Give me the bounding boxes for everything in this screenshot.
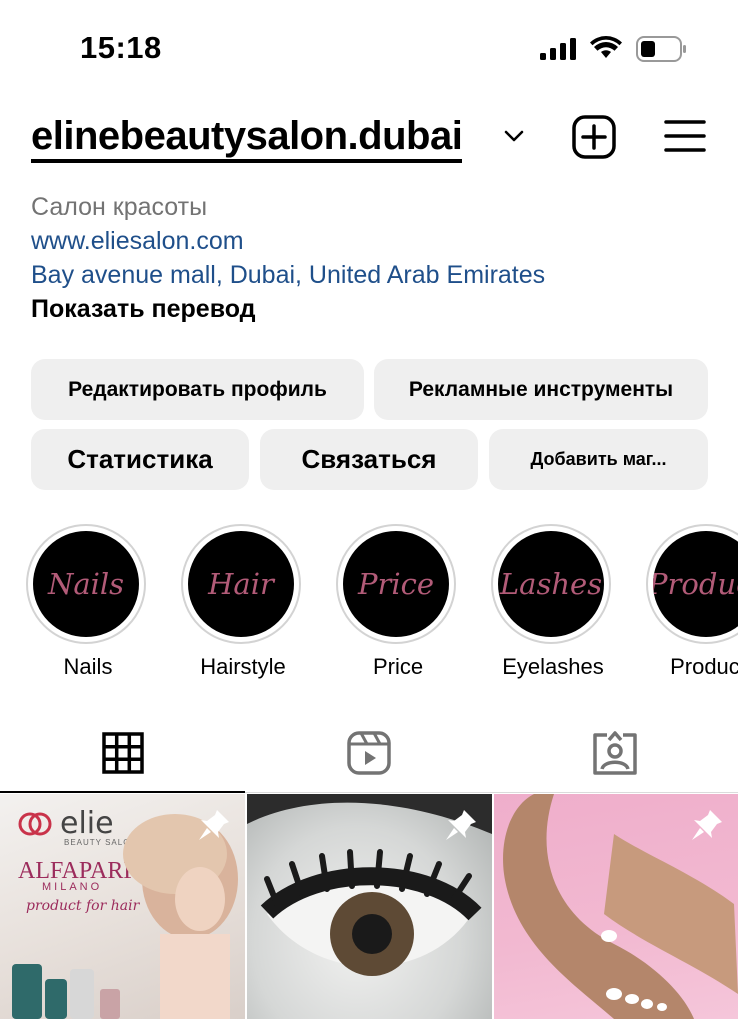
- edit-profile-button[interactable]: Редактировать профиль: [31, 359, 364, 420]
- highlight-label: Hairstyle: [200, 654, 286, 679]
- highlight-label: Price: [372, 654, 424, 679]
- website-link[interactable]: www.eliesalon.com: [31, 227, 244, 256]
- address-link[interactable]: Bay avenue mall, Dubai, United Arab Emir…: [31, 261, 545, 290]
- post-thumbnail[interactable]: [494, 794, 738, 1019]
- pinned-post-icon: [199, 810, 229, 840]
- post-thumbnail[interactable]: elie BEAUTY SALON ALFAPARF MILANO produc…: [0, 794, 245, 1019]
- highlight-cover-text: Product: [653, 531, 738, 637]
- profile-category: Салон красоты: [31, 193, 208, 221]
- cellular-signal-icon: [540, 38, 576, 60]
- highlight-cover: Price: [336, 524, 456, 644]
- highlight-cover-text: Hair: [188, 531, 294, 637]
- battery-icon: [636, 36, 686, 62]
- highlight-label: Nails: [63, 654, 113, 679]
- highlight-cover: Lashes: [491, 524, 611, 644]
- highlight-label: Product: [670, 654, 738, 679]
- wifi-icon: [590, 36, 622, 58]
- highlight-cover: Nails: [26, 524, 146, 644]
- tagged-icon[interactable]: [592, 730, 638, 776]
- highlight-cover: Product: [646, 524, 738, 644]
- statistics-button[interactable]: Статистика: [31, 429, 249, 490]
- highlight-cover-text: Lashes: [498, 531, 604, 637]
- highlight-label: Eyelashes: [502, 654, 604, 679]
- post-thumbnail[interactable]: [247, 794, 492, 1019]
- bio-truncated-line: [31, 178, 231, 188]
- highlight-price[interactable]: Price Price: [336, 524, 460, 680]
- create-post-icon[interactable]: [571, 114, 617, 160]
- highlight-cover-text: Price: [343, 531, 449, 637]
- highlight-cover: Hair: [181, 524, 301, 644]
- highlight-eyelashes[interactable]: Lashes Eyelashes: [491, 524, 615, 680]
- contact-button[interactable]: Связаться: [260, 429, 478, 490]
- reels-icon[interactable]: [346, 730, 392, 776]
- highlight-nails[interactable]: Nails Nails: [26, 524, 150, 680]
- account-username-switcher[interactable]: elinebeautysalon.dubai: [31, 115, 463, 163]
- grid-icon[interactable]: [100, 730, 146, 776]
- hamburger-menu-icon[interactable]: [664, 118, 706, 154]
- chevron-down-icon[interactable]: [503, 128, 525, 144]
- show-translation-button[interactable]: Показать перевод: [31, 295, 256, 324]
- status-time: 15:18: [80, 30, 162, 65]
- highlight-cover-text: Nails: [33, 531, 139, 637]
- highlight-hairstyle[interactable]: Hair Hairstyle: [181, 524, 305, 680]
- active-tab-indicator: [0, 791, 245, 793]
- ad-tools-button[interactable]: Рекламные инструменты: [374, 359, 708, 420]
- highlight-product[interactable]: Product Product: [646, 524, 738, 680]
- add-shop-button[interactable]: Добавить маг...: [489, 429, 708, 490]
- pinned-post-icon: [692, 810, 722, 840]
- pinned-post-icon: [446, 810, 476, 840]
